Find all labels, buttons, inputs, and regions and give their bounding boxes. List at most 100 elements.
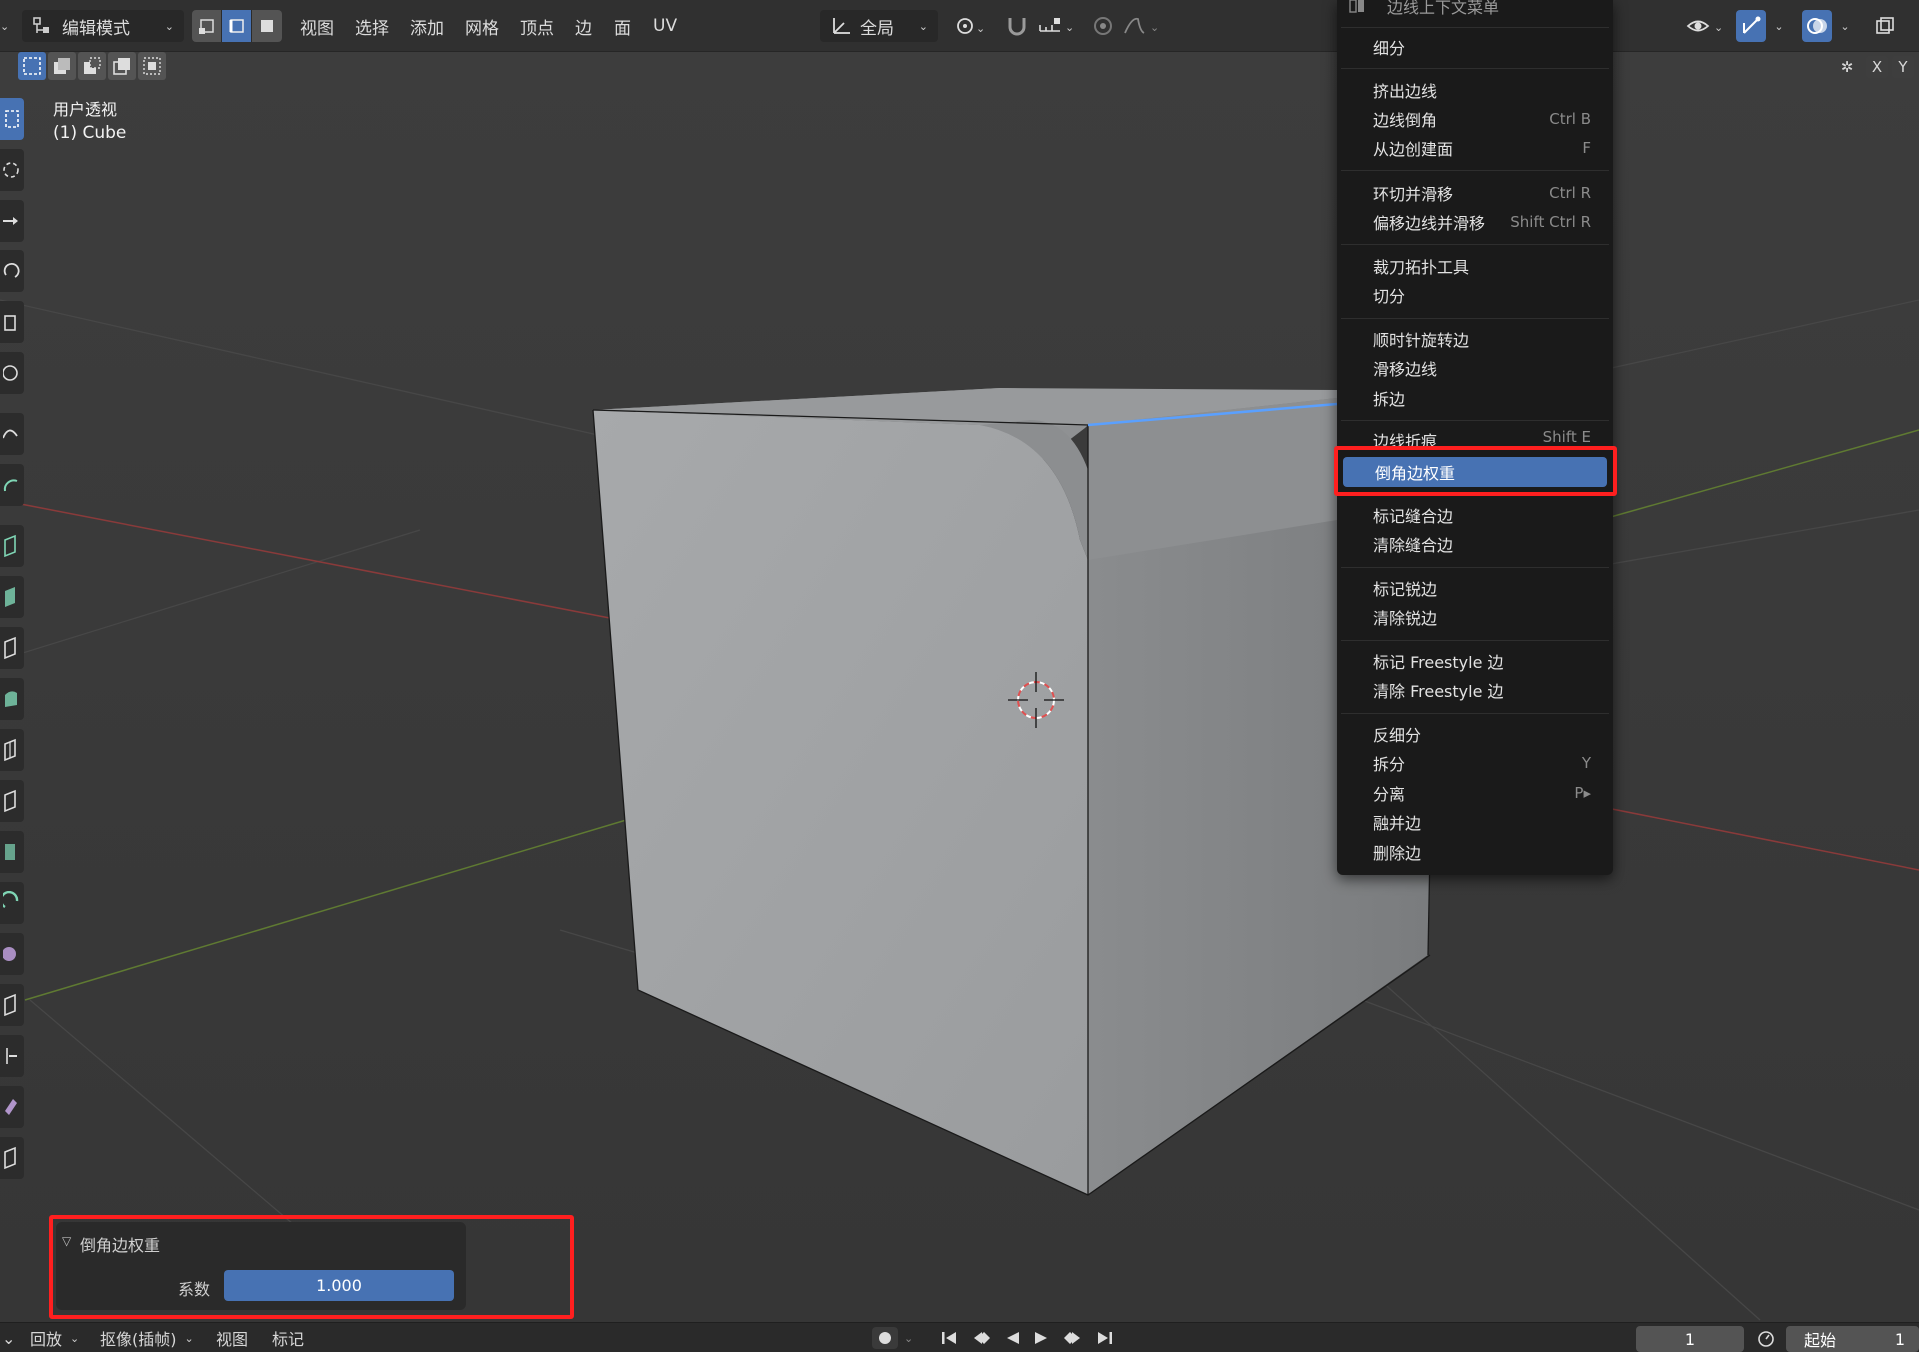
- tool-cursor[interactable]: [0, 149, 24, 191]
- mode-dropdown[interactable]: 编辑模式 ⌄: [22, 10, 184, 42]
- current-frame-field[interactable]: 1: [1636, 1326, 1744, 1352]
- face-select-button[interactable]: [252, 10, 282, 42]
- menu-item-rotate-edge-cw[interactable]: 顺时针旋转边: [1341, 325, 1609, 353]
- tool-annotate[interactable]: [0, 413, 24, 455]
- tool-measure[interactable]: [0, 464, 24, 506]
- menu-item-split[interactable]: 拆分 Y: [1341, 749, 1609, 777]
- tool-inset[interactable]: [0, 627, 24, 669]
- knife-icon: [4, 789, 16, 813]
- factor-field[interactable]: 1.000: [224, 1270, 454, 1301]
- menu-item-clear-sharp[interactable]: 清除锐边: [1341, 603, 1609, 631]
- viewport-canvas[interactable]: [0, 0, 1919, 1352]
- menu-item-clear-freestyle[interactable]: 清除 Freestyle 边: [1341, 676, 1609, 704]
- menu-item-new-face-from-edges[interactable]: 从边创建面 F: [1341, 134, 1609, 162]
- falloff-dropdown[interactable]: ⌄: [1120, 10, 1164, 42]
- menu-add[interactable]: 添加: [410, 10, 444, 42]
- pivot-point-dropdown[interactable]: ⌄: [950, 10, 992, 42]
- poly-build-icon: [5, 844, 15, 860]
- play-icon[interactable]: [1032, 1330, 1050, 1346]
- menu-item-edge-slide[interactable]: 滑移边线: [1341, 354, 1609, 382]
- proportional-edit-toggle[interactable]: [1088, 10, 1118, 42]
- playback-menu[interactable]: 回放 ⌄: [30, 1327, 79, 1349]
- menu-item-delete-edges[interactable]: 删除边: [1341, 838, 1609, 866]
- tool-loop-cut[interactable]: [0, 729, 24, 771]
- menu-vertex[interactable]: 顶点: [520, 10, 554, 42]
- tool-bevel[interactable]: [0, 678, 24, 720]
- tool-spin[interactable]: [0, 882, 24, 924]
- menu-item-mark-seam[interactable]: 标记缝合边: [1341, 501, 1609, 529]
- menu-item-bevel-weight[interactable]: 倒角边权重: [1343, 457, 1607, 487]
- menu-item-separate[interactable]: 分离 P▸: [1341, 779, 1609, 807]
- tool-add-cube[interactable]: [0, 525, 24, 567]
- menu-edge[interactable]: 边: [575, 10, 592, 42]
- tool-poly-build[interactable]: [0, 831, 24, 873]
- chevron-down-icon: ⌄: [70, 1331, 80, 1345]
- menu-item-offset-edge-slide[interactable]: 偏移边线并滑移 Shift Ctrl R: [1341, 208, 1609, 236]
- tool-transform[interactable]: [0, 352, 24, 394]
- tool-select-box[interactable]: [0, 98, 24, 140]
- menu-item-mark-freestyle[interactable]: 标记 Freestyle 边: [1341, 647, 1609, 675]
- tool-knife[interactable]: [0, 780, 24, 822]
- prev-keyframe-icon[interactable]: [970, 1330, 994, 1346]
- tool-rip[interactable]: [0, 1086, 24, 1128]
- overlay-dropdown[interactable]: ⌄: [1836, 10, 1854, 42]
- tool-shear[interactable]: [0, 1137, 24, 1179]
- menu-item-un-subdivide[interactable]: 反细分: [1341, 720, 1609, 748]
- tool-smooth[interactable]: [0, 933, 24, 975]
- menu-select[interactable]: 选择: [355, 10, 389, 42]
- select-invert-button[interactable]: [108, 52, 136, 80]
- play-reverse-icon[interactable]: [1004, 1330, 1022, 1346]
- keying-menu[interactable]: 抠像(插帧) ⌄: [100, 1327, 194, 1349]
- next-keyframe-icon[interactable]: [1060, 1330, 1084, 1346]
- menu-item-knife-topology[interactable]: 裁刀拓扑工具: [1341, 252, 1609, 280]
- xray-toggle[interactable]: [1870, 10, 1900, 42]
- editor-type-chevron[interactable]: ⌄: [0, 10, 14, 42]
- jump-end-icon[interactable]: [1094, 1330, 1114, 1346]
- transform-orientation-dropdown[interactable]: 全局 ⌄: [820, 10, 938, 42]
- select-intersect-button[interactable]: [138, 52, 166, 80]
- auto-key-dropdown[interactable]: ⌄: [904, 1327, 913, 1349]
- tool-move[interactable]: [0, 200, 24, 242]
- timeline-editor-chevron[interactable]: ⌄: [2, 1327, 15, 1349]
- axis-x-button[interactable]: X: [1866, 56, 1888, 78]
- edge-select-button[interactable]: [222, 10, 252, 42]
- menu-item-extrude-edges[interactable]: 挤出边线: [1341, 76, 1609, 104]
- menu-item-bevel-edges[interactable]: 边线倒角 Ctrl B: [1341, 105, 1609, 133]
- menu-face[interactable]: 面: [614, 10, 631, 42]
- snap-target-dropdown[interactable]: ⌄: [1034, 10, 1080, 42]
- jump-start-icon[interactable]: [940, 1330, 960, 1346]
- tool-edge-slide[interactable]: [0, 984, 24, 1026]
- menu-item-edge-crease[interactable]: 边线折痕 Shift E: [1341, 428, 1609, 448]
- collapse-chevron-icon[interactable]: ▽: [62, 1234, 71, 1248]
- menu-item-subdivide[interactable]: 细分: [1341, 33, 1609, 61]
- timeline-view-menu[interactable]: 视图: [216, 1327, 248, 1349]
- gizmo-dropdown[interactable]: ⌄: [1770, 10, 1788, 42]
- axis-y-button[interactable]: Y: [1892, 56, 1914, 78]
- select-subtract-button[interactable]: [78, 52, 106, 80]
- menu-view[interactable]: 视图: [300, 10, 334, 42]
- tool-extrude[interactable]: [0, 576, 24, 618]
- snap-toggle[interactable]: [1002, 10, 1032, 42]
- menu-item-clear-seam[interactable]: 清除缝合边: [1341, 530, 1609, 558]
- start-frame-field[interactable]: 起始 1: [1786, 1326, 1919, 1352]
- menu-uv[interactable]: UV: [653, 10, 677, 42]
- visibility-dropdown[interactable]: ⌄: [1684, 10, 1730, 42]
- menu-mesh[interactable]: 网格: [465, 10, 499, 42]
- record-button[interactable]: [872, 1327, 898, 1349]
- select-new-button[interactable]: [18, 52, 46, 80]
- tool-rotate[interactable]: [0, 250, 24, 292]
- navigate-gizmo-icon[interactable]: ✲: [1836, 56, 1858, 78]
- preview-range-toggle[interactable]: [1756, 1327, 1776, 1349]
- menu-item-dissolve-edges[interactable]: 融并边: [1341, 808, 1609, 836]
- menu-item-edge-split[interactable]: 拆边: [1341, 384, 1609, 412]
- select-extend-button[interactable]: [48, 52, 76, 80]
- menu-item-bisect[interactable]: 切分: [1341, 281, 1609, 309]
- vertex-select-button[interactable]: [192, 10, 222, 42]
- overlay-toggle[interactable]: [1802, 10, 1832, 42]
- gizmo-toggle[interactable]: [1736, 10, 1766, 42]
- menu-item-mark-sharp[interactable]: 标记锐边: [1341, 574, 1609, 602]
- tool-scale[interactable]: [0, 301, 24, 343]
- tool-shrink-fatten[interactable]: [0, 1035, 24, 1077]
- marker-menu[interactable]: 标记: [272, 1327, 304, 1349]
- menu-item-loop-cut-slide[interactable]: 环切并滑移 Ctrl R: [1341, 179, 1609, 207]
